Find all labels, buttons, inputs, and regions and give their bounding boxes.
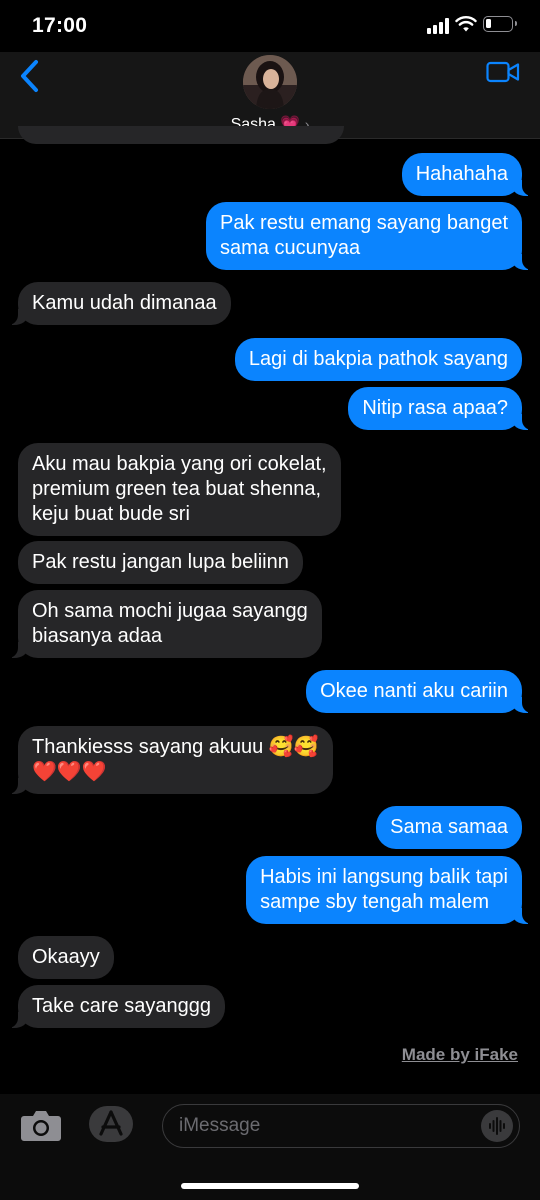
watermark-link[interactable]: Made by iFake <box>402 1045 518 1065</box>
message-input[interactable]: iMessage <box>162 1104 520 1148</box>
message-text: Thankiesss sayang akuuu 🥰🥰 ❤️❤️❤️ <box>32 736 319 783</box>
message-bubble-outgoing: Okee nanti aku cariin <box>306 670 534 713</box>
message-text: Okee nanti aku cariin <box>320 680 508 702</box>
back-chevron-icon[interactable] <box>16 58 46 94</box>
message-text: Pak restu jangan lupa beliinn <box>32 551 289 573</box>
status-time: 17:00 <box>32 14 88 37</box>
message-text: Hahahaha <box>415 163 508 185</box>
app-store-button[interactable] <box>89 1106 133 1142</box>
cellular-signal-icon <box>427 18 451 34</box>
contact-avatar[interactable] <box>243 55 297 109</box>
message-bubble-incoming: Pak restu jangan lupa beliinn <box>18 541 303 584</box>
avatar-photo <box>243 55 297 109</box>
camera-icon[interactable] <box>20 1108 62 1142</box>
home-indicator <box>181 1183 359 1189</box>
message-text: Nitip rasa apaa? <box>362 397 508 419</box>
message-text: Lagi di bakpia pathok sayang <box>248 348 508 370</box>
app-store-icon <box>99 1110 123 1136</box>
message-bubble-outgoing: Hahahaha <box>401 153 535 196</box>
message-text: Okaayy <box>32 946 100 968</box>
message-bubble-incoming: Okaayy <box>18 936 114 979</box>
battery-icon <box>483 16 517 32</box>
waveform-icon <box>489 1117 505 1135</box>
message-bubble-incoming: Aku mau bakpia yang ori cokelat, premium… <box>18 443 341 536</box>
video-camera-icon[interactable] <box>486 61 520 83</box>
message-text: Take care sayanggg <box>32 995 212 1017</box>
message-input-placeholder: iMessage <box>179 1115 261 1136</box>
message-bubble-outgoing: Sama samaa <box>376 806 522 849</box>
message-bubble-outgoing: Habis ini langsung balik tapi sampe sby … <box>246 856 534 924</box>
message-text: Kamu udah dimanaa <box>32 292 217 314</box>
message-bubble-outgoing: Nitip rasa apaa? <box>348 387 534 430</box>
message-bubble-outgoing: Lagi di bakpia pathok sayang <box>234 338 522 381</box>
message-text: Sama samaa <box>390 816 508 838</box>
message-text: Oh sama mochi jugaa sayangg biasanya ada… <box>32 600 308 647</box>
status-bar: 17:00 <box>0 0 540 52</box>
message-text: Pak restu emang sayang banget sama cucun… <box>220 212 508 259</box>
message-bubble-incoming: Take care sayanggg <box>5 985 226 1028</box>
message-bubble-incoming: Thankiesss sayang akuuu 🥰🥰 ❤️❤️❤️ <box>6 726 333 794</box>
message-bubble-outgoing: Pak restu emang sayang banget sama cucun… <box>206 202 534 270</box>
message-bubble-incoming: Kamu udah dimanaa <box>6 282 231 325</box>
wifi-icon <box>455 16 477 32</box>
message-bubble-incoming: Oh sama mochi jugaa sayangg biasanya ada… <box>6 590 322 658</box>
message-text: Aku mau bakpia yang ori cokelat, premium… <box>32 453 327 525</box>
audio-message-button[interactable] <box>481 1110 513 1142</box>
partial-message-bubble <box>18 126 344 144</box>
message-text: Habis ini langsung balik tapi sampe sby … <box>260 866 508 913</box>
